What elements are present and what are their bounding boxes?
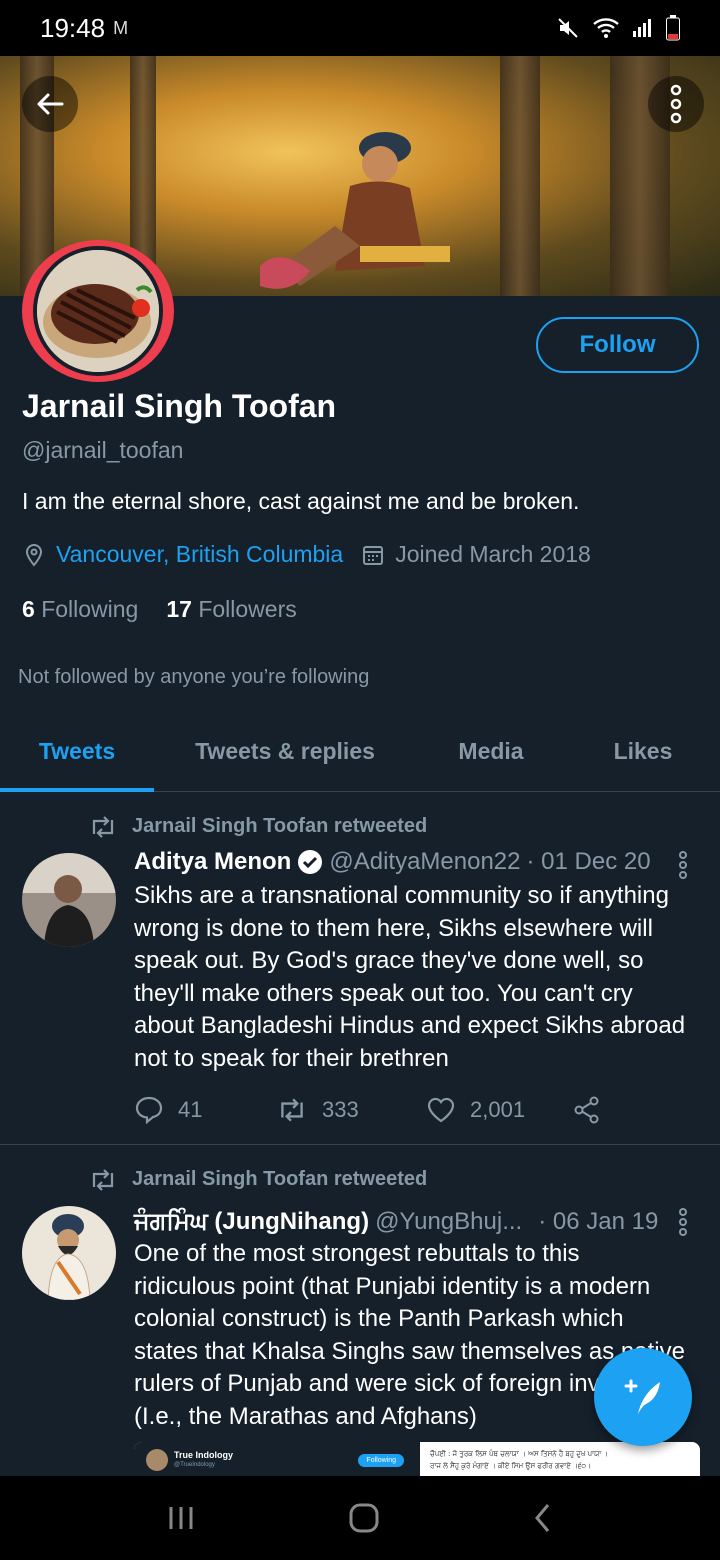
heart-icon: [427, 1097, 455, 1123]
home-icon[interactable]: [348, 1502, 380, 1534]
like-action[interactable]: 2,001: [426, 1096, 572, 1124]
tweet-author-name[interactable]: Aditya Menon: [134, 848, 291, 876]
embed-quote-line: ਚੌਪਈ : ਜੋ ਤੁਰਕ ਲਿਸ ਪੰਥ ਚਲਾਯਾ । ਅਸ ਤਿਸਨੇ …: [430, 1450, 609, 1458]
mute-icon: [558, 18, 578, 38]
retweet-context-label: Jarnail Singh Toofan retweeted: [132, 1168, 428, 1190]
retweet-count: 333: [322, 1097, 359, 1122]
tweet-line: about Bangladeshi Hindus and expect Sikh…: [134, 1012, 686, 1040]
system-nav-bar: [0, 1476, 720, 1560]
compose-tweet-button[interactable]: [594, 1348, 692, 1446]
tweet-date: · 06 Jan 19: [538, 1208, 659, 1235]
steak-image: [37, 250, 159, 372]
follow-button[interactable]: Follow: [536, 317, 699, 373]
followers-count: 17: [166, 596, 192, 622]
location-pin-icon: [25, 543, 43, 567]
embed-account-name: True Indology: [174, 1450, 234, 1460]
tab-tweets-replies[interactable]: Tweets & replies: [154, 712, 416, 791]
embed-quote-image: ਚੌਪਈ : ਜੋ ਤੁਰਕ ਲਿਸ ਪੰਥ ਚਲਾਯਾ । ਅਸ ਤਿਸਨੇ …: [420, 1444, 700, 1476]
embedded-media-preview[interactable]: True Indology @TrueIndology Following ਚੌ…: [134, 1442, 700, 1478]
tweet-line: colonial construct) is the Panth Parkash…: [134, 1305, 624, 1333]
profile-joined-date: Joined March 2018: [395, 541, 591, 567]
verified-badge-icon: [298, 850, 323, 874]
tweet-line: Sikhs are a transnational community so i…: [134, 882, 669, 909]
more-options-button[interactable]: [648, 76, 704, 132]
retweet-context-label: Jarnail Singh Toofan retweeted: [132, 815, 428, 837]
embed-quote-line: ਰਾਜ ਲੇ ਸੈਂਹੁ ਕੁਰੇ ਮੰਗਾਏ । ਕੀਏ ਸਿਮ ਉਸ ਫਰੀ…: [430, 1462, 591, 1470]
embed-account-panel: True Indology @TrueIndology Following: [134, 1442, 420, 1478]
like-count: 2,001: [470, 1097, 526, 1122]
profile-handle: @jarnail_toofan: [22, 437, 184, 463]
tweet-more-icon[interactable]: [676, 1208, 690, 1236]
follow-stats: 6 Following 17 Followers: [22, 596, 297, 623]
retweet-icon: [92, 1168, 114, 1191]
tweet-author-name[interactable]: ਜੰਗਮਿੰਘ (JungNihang): [134, 1208, 369, 1236]
profile-location-link[interactable]: Vancouver, British Columbia: [56, 541, 343, 568]
tweet-line: not to speak for their brethren: [134, 1044, 449, 1072]
calendar-icon: [363, 545, 384, 565]
more-vertical-icon: [670, 84, 682, 124]
reply-icon: [135, 1096, 163, 1125]
followers-label: Followers: [198, 596, 297, 622]
following-stat[interactable]: 6 Following: [22, 596, 138, 623]
author-illustration: [22, 1206, 116, 1300]
profile-bio: I am the eternal shore, cast against me …: [22, 488, 580, 514]
tab-likes[interactable]: Likes: [566, 712, 720, 791]
tweet-card[interactable]: Jarnail Singh Toofan retweeted Aditya Me…: [0, 793, 720, 1145]
nav-back-icon[interactable]: [532, 1502, 554, 1534]
reply-count: 41: [178, 1097, 203, 1122]
tweet-date: · 01 Dec 20: [526, 848, 651, 875]
embed-avatar: [146, 1449, 168, 1471]
following-label: Following: [41, 596, 139, 622]
retweet-icon: [281, 1098, 303, 1122]
tweet-author-avatar[interactable]: [22, 1206, 116, 1300]
tweet-more-icon[interactable]: [676, 851, 690, 879]
tweet-header: ਜੰਗਮਿੰਘ (JungNihang) @YungBhuj... · 06 J…: [134, 1208, 658, 1236]
not-followed-note: Not followed by anyone you’re following: [18, 666, 370, 688]
following-count: 6: [22, 596, 35, 622]
tweet-header: Aditya Menon @AdityaMenon22 · 01 Dec 20: [134, 848, 651, 876]
back-arrow-icon: [37, 93, 64, 115]
tweet-actions: 41 333 2,001: [134, 1095, 602, 1125]
tweet-line: they'll make others speak out too. You c…: [134, 979, 633, 1007]
tweet-line: speak out. By God's grace they've done w…: [134, 947, 644, 975]
compose-tweet-icon: [624, 1379, 660, 1414]
retweet-icon: [92, 815, 114, 838]
retweet-action[interactable]: 333: [276, 1097, 426, 1123]
tweet-line: wrong is done to them here, Sikhs elsewh…: [134, 914, 653, 942]
tweet-line: One of the most strongest rebuttals to t…: [134, 1240, 580, 1267]
sim-indicator: M: [113, 17, 129, 38]
signal-icon: [633, 19, 651, 37]
profile-name: Jarnail Singh Toofan: [22, 388, 337, 424]
embed-account-handle: @TrueIndology: [174, 1462, 215, 1468]
tweet-text: Sikhs are a transnational community so i…: [134, 880, 704, 1076]
profile-meta: Vancouver, British Columbia Joined March…: [22, 541, 591, 568]
followers-stat[interactable]: 17 Followers: [166, 596, 296, 623]
share-action[interactable]: [572, 1095, 602, 1125]
profile-avatar-ring: [22, 240, 174, 382]
recent-apps-icon[interactable]: [166, 1504, 196, 1532]
status-time: 19:48: [40, 12, 106, 43]
profile-avatar[interactable]: [33, 246, 163, 376]
author-photo: [22, 853, 116, 947]
status-icons: [556, 15, 680, 41]
status-bar: 19:48 M: [0, 0, 720, 56]
banner-tree: [500, 56, 540, 296]
battery-icon: [666, 15, 680, 41]
tweet-author-username[interactable]: @AdityaMenon22: [329, 848, 520, 876]
banner-warrior-figure: [260, 132, 450, 289]
wifi-icon: [593, 18, 619, 38]
back-button[interactable]: [22, 76, 78, 132]
tweet-author-username[interactable]: @YungBhuj...: [375, 1208, 522, 1236]
retweet-context: Jarnail Singh Toofan retweeted: [88, 1168, 427, 1191]
tab-tweets[interactable]: Tweets: [0, 712, 154, 792]
reply-action[interactable]: 41: [134, 1095, 276, 1125]
tweet-author-avatar[interactable]: [22, 853, 116, 947]
profile-tabs: Tweets Tweets & replies Media Likes: [0, 712, 720, 792]
embed-following-badge: Following: [358, 1453, 404, 1467]
share-icon: [574, 1096, 599, 1124]
retweet-context: Jarnail Singh Toofan retweeted: [88, 815, 427, 838]
tweet-line: ridiculous point (that Punjabi identity …: [134, 1272, 651, 1300]
tab-media[interactable]: Media: [416, 712, 566, 791]
